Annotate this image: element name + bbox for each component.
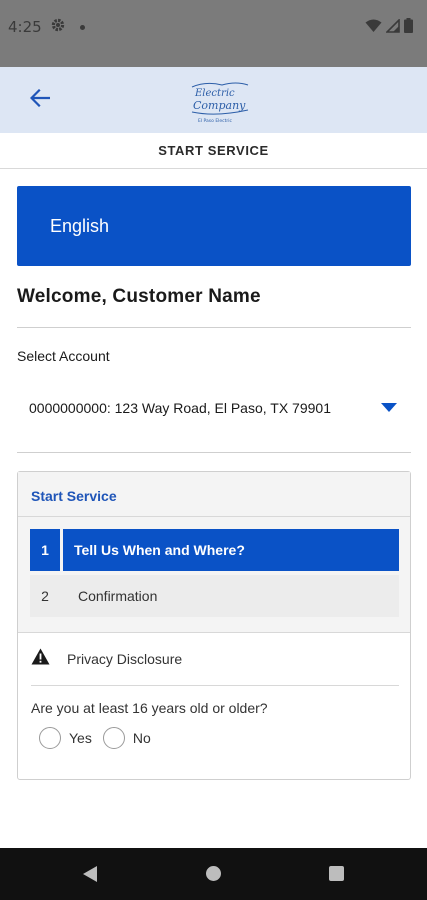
step-label: Tell Us When and Where? (63, 529, 399, 571)
notification-dot-icon (80, 25, 85, 30)
privacy-disclosure-label: Privacy Disclosure (67, 651, 183, 667)
card-title: Start Service (31, 488, 117, 504)
no-label[interactable]: No (133, 730, 151, 746)
select-account-label: Select Account (17, 348, 110, 364)
warning-icon (31, 648, 50, 670)
svg-text:Company: Company (193, 99, 246, 112)
step-number: 1 (30, 529, 60, 571)
card-header: Start Service (18, 472, 410, 517)
nav-recents-icon[interactable] (329, 866, 344, 881)
system-nav-bar (0, 848, 427, 900)
account-select[interactable]: 0000000000: 123 Way Road, El Paso, TX 79… (29, 400, 331, 416)
age-radio-group: Yes No (39, 727, 162, 749)
language-button[interactable]: English (17, 186, 411, 266)
divider (17, 452, 411, 453)
status-time: 4:25 (8, 18, 42, 36)
svg-text:El Paso Electric: El Paso Electric (198, 118, 233, 124)
divider (17, 327, 411, 328)
step-1[interactable]: 1 Tell Us When and Where? (30, 529, 399, 571)
app-header: Electric Company El Paso Electric (0, 67, 427, 133)
step-number: 2 (41, 588, 49, 604)
company-logo: Electric Company El Paso Electric (186, 77, 252, 125)
status-icons (365, 17, 413, 38)
nav-back-icon[interactable] (82, 865, 98, 888)
battery-icon (404, 18, 413, 38)
privacy-disclosure-link[interactable]: Privacy Disclosure (31, 648, 182, 670)
status-bar: 4:25 (0, 0, 427, 67)
start-service-card: Start Service 1 Tell Us When and Where? … (17, 471, 411, 780)
page-title: START SERVICE (158, 143, 269, 158)
wifi-icon (365, 19, 382, 38)
svg-text:Electric: Electric (194, 88, 235, 99)
arrow-left-icon (29, 88, 51, 112)
step-2[interactable]: 2 Confirmation (30, 575, 399, 617)
yes-radio[interactable] (39, 727, 61, 749)
no-radio[interactable] (102, 727, 125, 749)
dropdown-caret-icon[interactable] (381, 403, 397, 412)
yes-label[interactable]: Yes (69, 730, 92, 746)
nav-home-icon[interactable] (206, 866, 221, 881)
welcome-heading: Welcome, Customer Name (17, 286, 261, 307)
signal-icon (385, 17, 400, 38)
step-label: Confirmation (78, 588, 158, 604)
age-question: Are you at least 16 years old or older? (31, 700, 268, 716)
steps-panel: 1 Tell Us When and Where? 2 Confirmation (18, 517, 410, 633)
divider (31, 685, 399, 686)
page-title-bar: START SERVICE (0, 133, 427, 169)
gear-icon (50, 17, 66, 38)
back-button[interactable] (26, 87, 54, 113)
